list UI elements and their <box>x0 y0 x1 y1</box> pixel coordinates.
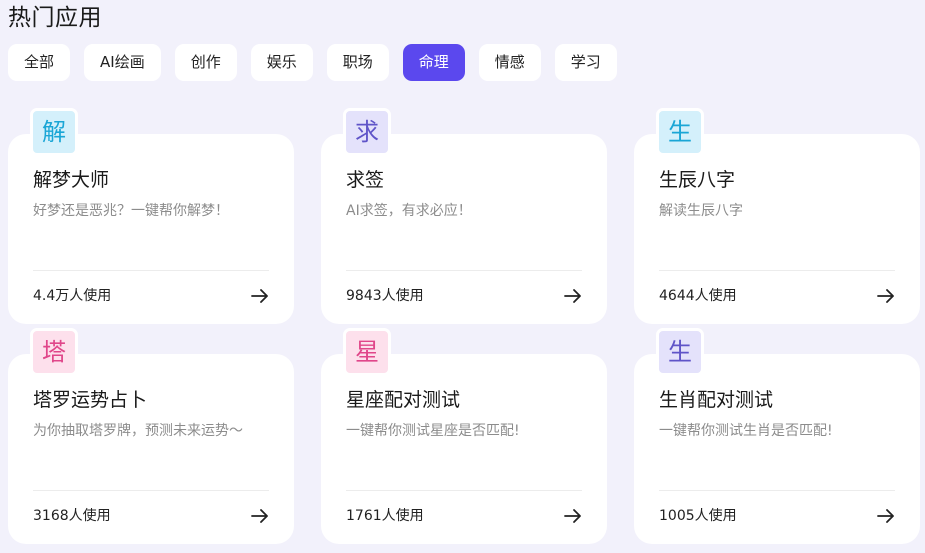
app-title: 解梦大师 <box>33 169 110 191</box>
app-badge: 生 <box>656 108 704 156</box>
card-divider <box>33 490 269 491</box>
usage-count: 4644人使用 <box>659 288 737 304</box>
app-card-chinese-zodiac-match[interactable]: 生 生肖配对测试 一键帮你测试生肖是否匹配! 1005人使用 <box>634 328 920 544</box>
card-divider <box>33 270 269 271</box>
app-card-dream-interpreter[interactable]: 解 解梦大师 好梦还是恶兆？一键帮你解梦！ 4.4万人使用 <box>8 108 294 324</box>
app-badge: 生 <box>656 328 704 376</box>
arrow-right-icon[interactable] <box>563 506 583 526</box>
app-title: 生肖配对测试 <box>659 389 774 411</box>
app-card-zodiac-match[interactable]: 星 星座配对测试 一键帮你测试星座是否匹配! 1761人使用 <box>321 328 607 544</box>
app-badge: 星 <box>343 328 391 376</box>
app-title: 星座配对测试 <box>346 389 461 411</box>
card-divider <box>346 490 582 491</box>
usage-count: 3168人使用 <box>33 508 111 524</box>
app-description: 好梦还是恶兆？一键帮你解梦！ <box>33 203 229 219</box>
app-badge: 求 <box>343 108 391 156</box>
card-divider <box>659 490 895 491</box>
app-card-tarot[interactable]: 塔 塔罗运势占卜 为你抽取塔罗牌，预测未来运势～ 3168人使用 <box>8 328 294 544</box>
app-title: 求签 <box>346 169 385 191</box>
usage-count: 9843人使用 <box>346 288 424 304</box>
app-title: 塔罗运势占卜 <box>33 389 148 411</box>
app-card-birth-chart[interactable]: 生 生辰八字 解读生辰八字 4644人使用 <box>634 108 920 324</box>
arrow-right-icon[interactable] <box>876 286 896 306</box>
app-description: AI求签，有求必应！ <box>346 203 472 219</box>
app-card-fortune-stick[interactable]: 求 求签 AI求签，有求必应！ 9843人使用 <box>321 108 607 324</box>
app-description: 一键帮你测试生肖是否匹配! <box>659 423 833 439</box>
usage-count: 1761人使用 <box>346 508 424 524</box>
card-divider <box>659 270 895 271</box>
app-badge: 塔 <box>30 328 78 376</box>
app-description: 一键帮你测试星座是否匹配! <box>346 423 520 439</box>
arrow-right-icon[interactable] <box>563 286 583 306</box>
app-card-grid: 解 解梦大师 好梦还是恶兆？一键帮你解梦！ 4.4万人使用 求 求签 AI求签，… <box>0 0 925 553</box>
arrow-right-icon[interactable] <box>876 506 896 526</box>
app-title: 生辰八字 <box>659 169 736 191</box>
usage-count: 4.4万人使用 <box>33 288 112 304</box>
card-divider <box>346 270 582 271</box>
arrow-right-icon[interactable] <box>250 506 270 526</box>
app-description: 为你抽取塔罗牌，预测未来运势～ <box>33 423 243 439</box>
arrow-right-icon[interactable] <box>250 286 270 306</box>
usage-count: 1005人使用 <box>659 508 737 524</box>
app-description: 解读生辰八字 <box>659 203 743 219</box>
app-badge: 解 <box>30 108 78 156</box>
